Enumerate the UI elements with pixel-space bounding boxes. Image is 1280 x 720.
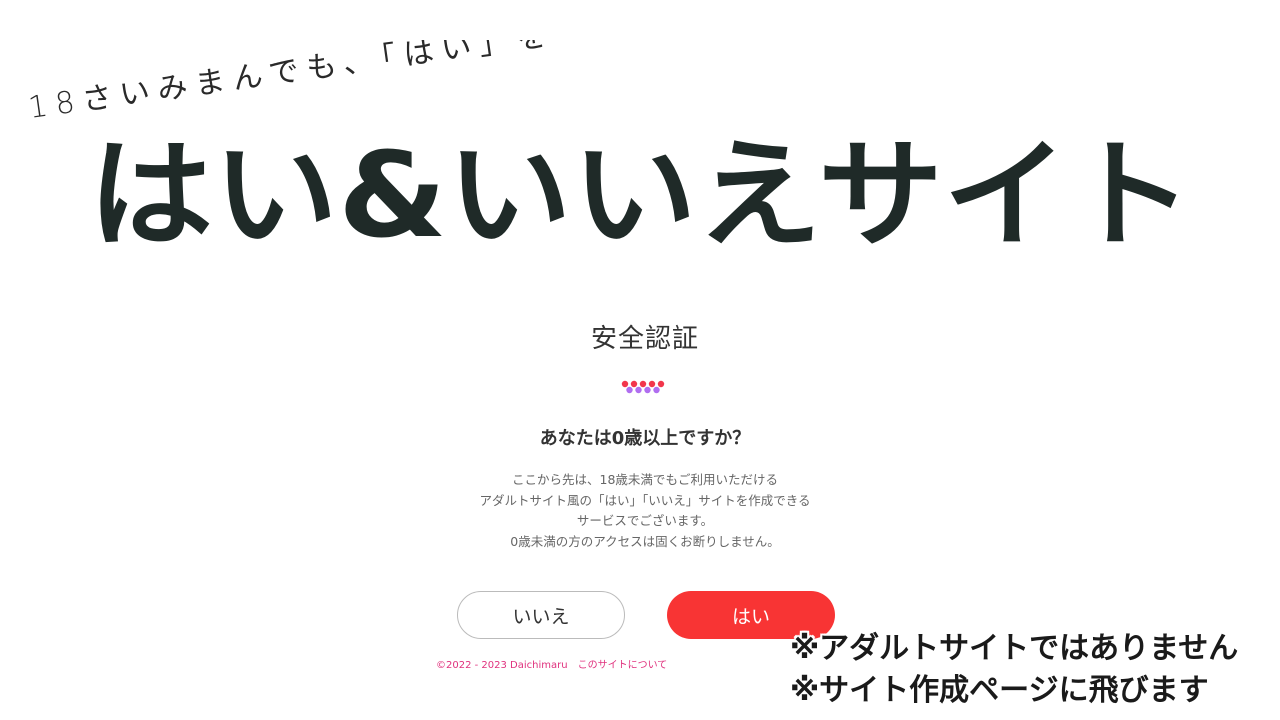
dot [639,380,647,388]
auth-title: 安全認証 [590,324,699,354]
age-question: あなたは0歳以上ですか？ [539,428,751,449]
description-line: 0歳未満の方のアクセスは固くお断りしません。 [510,533,780,549]
yes-button-label: はい [731,605,770,628]
no-button[interactable]: いいえ [457,591,625,639]
notice-line-1: ※アダルトサイトではありません [790,631,1239,666]
copyright-text: ©2022 - 2023 Daichimaru [436,660,568,671]
dot [621,380,629,388]
dot [635,386,642,394]
dot [630,380,638,388]
dot [653,386,660,394]
description-line: アダルトサイト風の「はい」「いいえ」サイトを作成できる [479,492,811,508]
site-logo-text: はい&いいえサイト [88,128,1193,253]
dot [644,386,651,394]
description-line: ここから先は、18歳未満でもご利用いただける [512,472,778,487]
dot [657,380,665,388]
overlay-notice: ※アダルトサイトではありません ※サイト作成ページに飛びます [790,628,1238,712]
description: ここから先は、18歳未満でもご利用いただける アダルトサイト風の「はい」「いいえ… [0,470,1280,552]
handwritten-note: 18さいみまんでも、「はい」を [30,40,557,126]
notice-line-2: ※サイト作成ページに飛びます [790,673,1209,708]
dots-bottom-row [626,386,660,394]
dots-top-row [621,380,665,388]
site-logo: はい&いいえサイト [88,128,1193,253]
dot [626,386,633,394]
footer: ©2022 - 2023 Daichimaru このサイトについて [436,656,667,671]
page: 18さいみまんでも、「はい」を はい&いいえサイト 安全認証 あなたは0歳以上で… [0,0,1280,720]
no-button-label: いいえ [512,605,570,628]
handwritten-note-text: 18さいみまんでも、「はい」を [30,40,557,126]
description-line: サービスでございます。 [576,513,714,528]
decorative-dots [621,380,665,394]
about-site-link[interactable]: このサイトについて [578,660,668,671]
dot [648,380,656,388]
